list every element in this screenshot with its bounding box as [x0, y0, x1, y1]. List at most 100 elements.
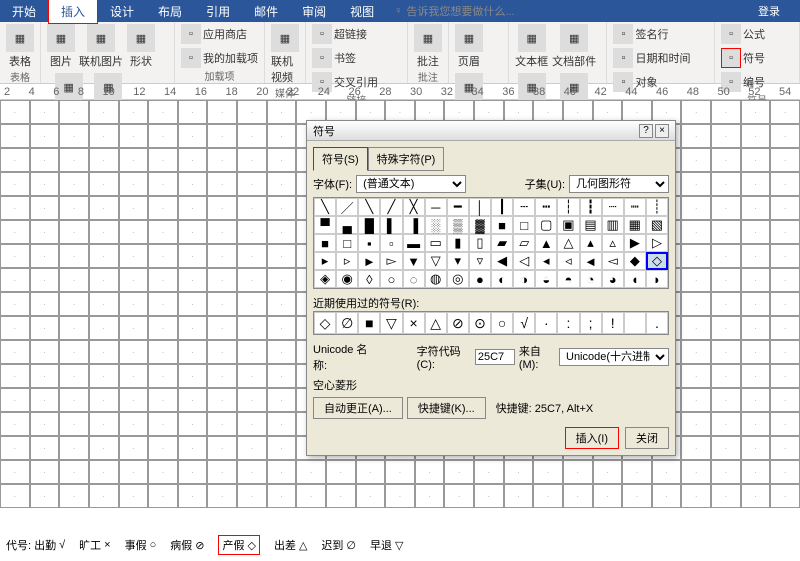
symbol-cell[interactable]: █: [358, 216, 380, 234]
recent-symbol[interactable]: ⊘: [447, 312, 469, 334]
close-icon[interactable]: ×: [655, 124, 669, 138]
recent-symbol[interactable]: [624, 312, 646, 334]
ribbon-形状[interactable]: ▦形状: [127, 24, 155, 69]
symbol-cell[interactable]: ▬: [403, 234, 425, 252]
symbol-cell[interactable]: ╳: [403, 198, 425, 216]
symbol-cell[interactable]: ▌: [380, 216, 402, 234]
symbol-cell[interactable]: ◉: [336, 270, 358, 288]
recent-symbol[interactable]: ◇: [314, 312, 336, 334]
code-input[interactable]: [475, 349, 515, 365]
symbol-cell[interactable]: ▐: [403, 216, 425, 234]
ribbon-日期和时间[interactable]: ▫日期和时间: [613, 48, 690, 68]
symbol-cell[interactable]: ▪: [358, 234, 380, 252]
tab-design[interactable]: 设计: [98, 0, 146, 23]
tab-symbols[interactable]: 符号(S): [313, 147, 368, 171]
symbol-cell[interactable]: ▮: [447, 234, 469, 252]
symbol-cell[interactable]: ▓: [469, 216, 491, 234]
ribbon-文档部件[interactable]: ▦文档部件: [552, 24, 596, 69]
symbol-cell[interactable]: ▰: [491, 234, 513, 252]
ribbon-签名行[interactable]: ▫签名行: [613, 24, 668, 44]
symbol-cell[interactable]: ◗: [646, 270, 668, 288]
recent-symbol[interactable]: ○: [491, 312, 513, 334]
ribbon-应用商店[interactable]: ▫应用商店: [181, 24, 247, 44]
symbol-cell[interactable]: ◓: [557, 270, 579, 288]
ribbon-联机视频[interactable]: ▦联机视频: [271, 24, 299, 85]
symbol-cell[interactable]: ◅: [602, 252, 624, 270]
symbol-cell[interactable]: ◈: [314, 270, 336, 288]
ribbon-批注[interactable]: ▦批注: [414, 24, 442, 69]
tell-me[interactable]: ♀ 告诉我您想要做什么...: [386, 3, 522, 19]
recent-symbol[interactable]: ;: [580, 312, 602, 334]
symbol-cell[interactable]: ◍: [425, 270, 447, 288]
symbol-cell[interactable]: ◀: [491, 252, 513, 270]
tab-start[interactable]: 开始: [0, 0, 48, 23]
symbol-cell[interactable]: ┈: [602, 198, 624, 216]
symbol-cell[interactable]: ╲: [314, 198, 336, 216]
subset-select[interactable]: 几何图形符: [569, 175, 669, 193]
symbol-cell[interactable]: ▷: [646, 234, 668, 252]
tab-references[interactable]: 引用: [194, 0, 242, 23]
ribbon-表格[interactable]: ▦表格: [6, 24, 34, 69]
symbol-cell[interactable]: ◎: [447, 270, 469, 288]
symbol-cell[interactable]: ◒: [535, 270, 557, 288]
symbol-cell[interactable]: ▽: [425, 252, 447, 270]
login-button[interactable]: 登录: [738, 3, 800, 19]
autocorrect-button[interactable]: 自动更正(A)...: [313, 397, 403, 419]
ribbon-图片[interactable]: ▦图片: [47, 24, 75, 69]
symbol-cell[interactable]: ▾: [447, 252, 469, 270]
symbol-cell[interactable]: ◑: [513, 270, 535, 288]
symbol-cell[interactable]: ┄: [513, 198, 535, 216]
symbol-cell[interactable]: ◐: [491, 270, 513, 288]
symbol-cell[interactable]: ╱: [380, 198, 402, 216]
ribbon-符号[interactable]: ▫符号: [721, 48, 765, 68]
symbol-cell[interactable]: ▥: [602, 216, 624, 234]
symbol-cell[interactable]: ┊: [646, 198, 668, 216]
close-button[interactable]: 关闭: [625, 427, 669, 449]
tab-special[interactable]: 特殊字符(P): [368, 147, 445, 171]
tab-layout[interactable]: 布局: [146, 0, 194, 23]
from-select[interactable]: Unicode(十六进制): [559, 348, 669, 366]
symbol-cell[interactable]: ▴: [580, 234, 602, 252]
symbol-cell[interactable]: ◌: [403, 270, 425, 288]
symbol-cell[interactable]: ▧: [646, 216, 668, 234]
symbol-cell[interactable]: ▹: [336, 252, 358, 270]
symbol-cell[interactable]: ▒: [447, 216, 469, 234]
symbol-cell[interactable]: ◃: [557, 252, 579, 270]
symbol-cell[interactable]: ◄: [580, 252, 602, 270]
symbol-cell[interactable]: │: [469, 198, 491, 216]
ribbon-页眉[interactable]: ▦页眉: [455, 24, 483, 69]
recent-symbol[interactable]: ∅: [336, 312, 358, 334]
symbol-cell[interactable]: ◕: [602, 270, 624, 288]
recent-symbol[interactable]: ·: [535, 312, 557, 334]
tab-review[interactable]: 审阅: [290, 0, 338, 23]
symbol-cell[interactable]: ▀: [314, 216, 336, 234]
recent-symbol[interactable]: ×: [403, 312, 425, 334]
ribbon-公式[interactable]: ▫公式: [721, 24, 765, 44]
symbol-cell[interactable]: ▄: [336, 216, 358, 234]
shortcut-button[interactable]: 快捷键(K)...: [407, 397, 486, 419]
tab-view[interactable]: 视图: [338, 0, 386, 23]
ribbon-超链接[interactable]: ▫超链接: [312, 24, 367, 44]
symbol-cell[interactable]: ►: [358, 252, 380, 270]
symbol-cell[interactable]: ▤: [580, 216, 602, 234]
symbol-cell[interactable]: ▲: [535, 234, 557, 252]
symbol-cell[interactable]: ●: [469, 270, 491, 288]
symbol-cell[interactable]: ▱: [513, 234, 535, 252]
recent-symbol[interactable]: :: [557, 312, 579, 334]
symbol-cell[interactable]: ┃: [491, 198, 513, 216]
symbol-cell[interactable]: ◊: [358, 270, 380, 288]
symbol-cell[interactable]: ▦: [624, 216, 646, 234]
dialog-titlebar[interactable]: 符号 ? ×: [307, 121, 675, 141]
recent-symbol[interactable]: ⊙: [469, 312, 491, 334]
font-select[interactable]: (普通文本): [356, 175, 466, 193]
ribbon-我的加载项[interactable]: ▫我的加载项: [181, 48, 258, 68]
tab-mail[interactable]: 邮件: [242, 0, 290, 23]
symbol-cell[interactable]: ▵: [602, 234, 624, 252]
symbol-cell[interactable]: ▿: [469, 252, 491, 270]
recent-symbol[interactable]: !: [602, 312, 624, 334]
tab-insert[interactable]: 插入: [48, 0, 98, 24]
ribbon-书签[interactable]: ▫书签: [312, 48, 356, 68]
recent-symbol[interactable]: ▽: [380, 312, 402, 334]
symbol-cell[interactable]: ▭: [425, 234, 447, 252]
symbol-cell[interactable]: ◇: [646, 252, 668, 270]
